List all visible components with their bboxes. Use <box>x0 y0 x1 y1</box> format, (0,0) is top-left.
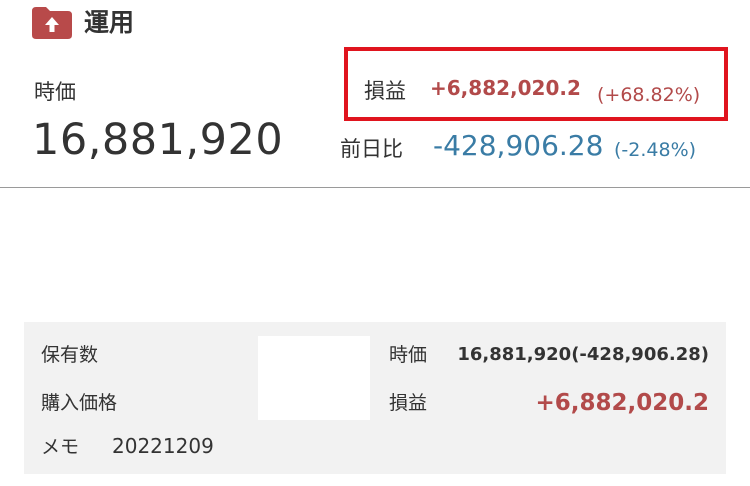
folder-up-icon <box>32 7 72 39</box>
memo-value: 20221209 <box>112 434 214 458</box>
detail-pnl-value: +6,882,020.2 <box>535 390 709 416</box>
detail-price-value: 16,881,920(-428,906.28) <box>457 344 709 365</box>
purchase-price-label: 購入価格 <box>41 392 118 414</box>
memo-label: メモ <box>41 436 80 458</box>
holdings-label: 保有数 <box>41 344 99 366</box>
pnl-value: +6,882,020.2 <box>430 76 581 100</box>
detail-pnl-label: 損益 <box>389 392 428 414</box>
pnl-percent: (+68.82%) <box>597 84 701 106</box>
day-change-value: -428,906.28 <box>433 129 604 162</box>
section-divider <box>0 187 750 188</box>
day-change-percent: (-2.48%) <box>614 139 697 161</box>
section-title: 運用 <box>84 8 135 37</box>
pnl-label: 損益 <box>364 79 406 103</box>
market-value: 16,881,920 <box>32 115 284 165</box>
detail-blank-field <box>258 336 370 420</box>
detail-price-label: 時価 <box>389 344 428 366</box>
market-value-label: 時価 <box>34 80 76 104</box>
asset-summary-page: 運用 時価 16,881,920 損益 +6,882,020.2 (+68.82… <box>0 0 750 486</box>
day-change-label: 前日比 <box>340 137 403 161</box>
